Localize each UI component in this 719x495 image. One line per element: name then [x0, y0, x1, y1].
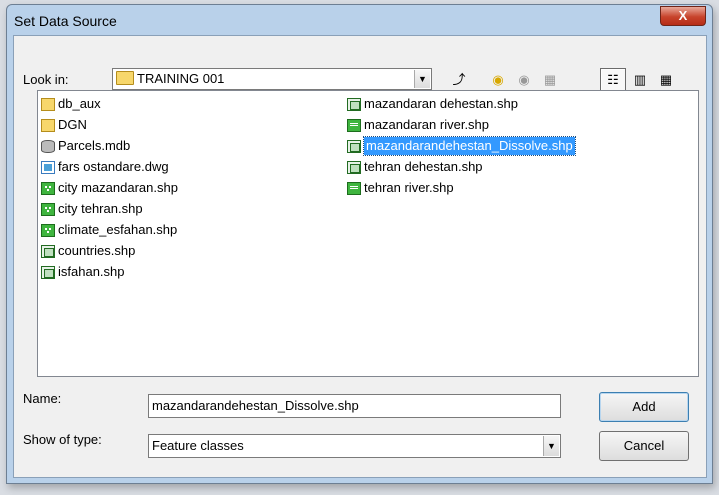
list-item[interactable]: countries.shp [41, 242, 135, 260]
polygon-feature-icon [347, 97, 361, 111]
cad-drawing-icon [41, 160, 55, 174]
file-name: countries.shp [58, 243, 136, 258]
connect-to-folder-button[interactable]: ◉ [485, 68, 511, 92]
dialog-title: Set Data Source [14, 13, 117, 29]
chevron-down-icon[interactable]: ▼ [543, 436, 559, 456]
up-one-level-button[interactable]: ⤴ [446, 68, 472, 92]
name-field[interactable]: mazandarandehestan_Dissolve.shp [148, 394, 561, 418]
file-name: city mazandaran.shp [58, 180, 178, 195]
list-item[interactable]: isfahan.shp [41, 263, 125, 281]
close-button[interactable]: X [660, 6, 706, 26]
name-field-value: mazandarandehestan_Dissolve.shp [152, 398, 359, 413]
show-of-type-value: Feature classes [152, 438, 244, 453]
polygon-feature-icon [41, 265, 55, 279]
polygon-feature-icon [347, 139, 361, 153]
file-name: DGN [58, 117, 87, 132]
disconnect-folder-button[interactable]: ◉ [511, 68, 537, 92]
look-in-value: TRAINING 001 [137, 71, 225, 86]
show-of-type-label: Show of type: [23, 432, 102, 447]
connect-to-folder-icon: ◉ [492, 72, 504, 87]
list-item[interactable]: tehran river.shp [347, 179, 454, 197]
up-one-level-icon: ⤴ [452, 72, 466, 87]
file-list[interactable]: db_aux DGN Parcels.mdb fars ostandare.dw… [37, 90, 699, 377]
details-view-icon: ▥ [633, 72, 647, 87]
add-button[interactable]: Add [599, 392, 689, 422]
thumbnails-view-button[interactable]: ▦ [653, 68, 679, 92]
title-bar[interactable]: Set Data Source X [7, 5, 712, 35]
list-item[interactable]: DGN [41, 116, 87, 134]
list-item[interactable]: climate_esfahan.shp [41, 221, 177, 239]
list-view-button[interactable]: ☷ [600, 68, 626, 92]
list-item[interactable]: db_aux [41, 95, 101, 113]
catalog-icon: ▦ [543, 72, 557, 87]
file-name: db_aux [58, 96, 101, 111]
close-icon: X [678, 8, 688, 23]
look-in-dropdown[interactable]: TRAINING 001 ▼ [112, 68, 432, 90]
folder-icon [41, 118, 55, 132]
file-name: tehran dehestan.shp [364, 159, 483, 174]
folder-icon [41, 97, 55, 111]
polygon-feature-icon [347, 160, 361, 174]
file-name: mazandarandehestan_Dissolve.shp [363, 136, 576, 156]
polygon-feature-icon [41, 244, 55, 258]
folder-icon [116, 71, 134, 85]
file-name: mazandaran river.shp [364, 117, 490, 132]
cancel-button[interactable]: Cancel [599, 431, 689, 461]
list-item-selected[interactable]: mazandarandehestan_Dissolve.shp [347, 136, 576, 156]
thumbnails-view-icon: ▦ [659, 72, 673, 87]
list-item[interactable]: tehran dehestan.shp [347, 158, 483, 176]
file-name: city tehran.shp [58, 201, 143, 216]
file-name: tehran river.shp [364, 180, 454, 195]
name-label: Name: [23, 391, 62, 406]
list-item[interactable]: city tehran.shp [41, 200, 143, 218]
database-icon [41, 139, 55, 153]
show-of-type-dropdown[interactable]: Feature classes ▼ [148, 434, 561, 458]
file-name: mazandaran dehestan.shp [364, 96, 518, 111]
disconnect-icon: ◉ [518, 72, 530, 87]
list-item[interactable]: mazandaran dehestan.shp [347, 95, 518, 113]
list-view-icon: ☷ [607, 72, 619, 87]
line-feature-icon [347, 181, 361, 195]
look-in-label: Look in: [23, 72, 69, 87]
chevron-down-icon[interactable]: ▼ [414, 70, 430, 88]
details-view-button[interactable]: ▥ [627, 68, 653, 92]
point-feature-icon [41, 181, 55, 195]
list-item[interactable]: city mazandaran.shp [41, 179, 178, 197]
point-feature-icon [41, 202, 55, 216]
file-name: Parcels.mdb [58, 138, 131, 153]
point-feature-icon [41, 223, 55, 237]
set-data-source-dialog: Set Data Source X Look in: TRAINING 001 … [6, 4, 713, 484]
file-name: fars ostandare.dwg [58, 159, 169, 174]
list-item[interactable]: mazandaran river.shp [347, 116, 489, 134]
dialog-body: Look in: TRAINING 001 ▼ ⤴ ◉ ◉ ▦ ☷ ▥ ▦ db… [13, 35, 707, 478]
file-name: climate_esfahan.shp [58, 222, 178, 237]
list-item[interactable]: Parcels.mdb [41, 137, 130, 155]
file-name: isfahan.shp [58, 264, 125, 279]
list-item[interactable]: fars ostandare.dwg [41, 158, 169, 176]
catalog-button[interactable]: ▦ [537, 68, 563, 92]
line-feature-icon [347, 118, 361, 132]
